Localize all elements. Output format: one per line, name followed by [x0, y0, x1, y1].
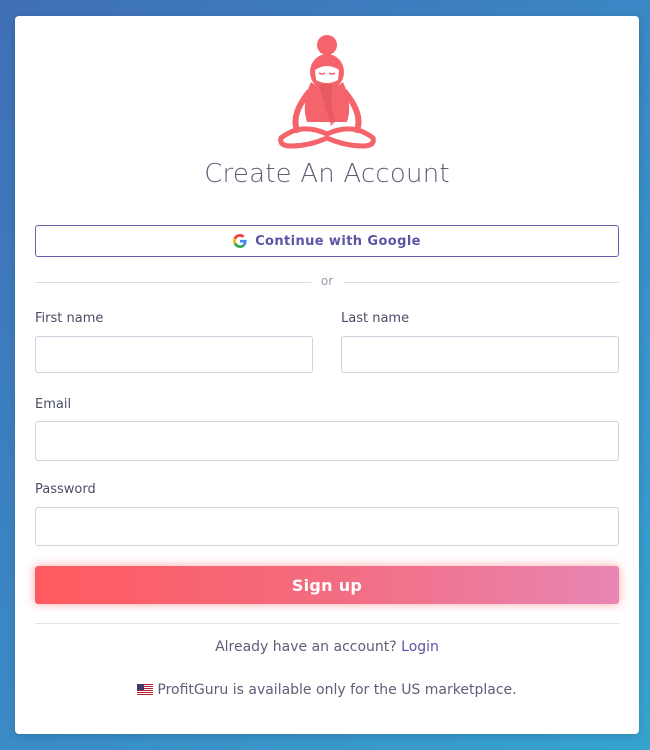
us-flag-icon [137, 684, 154, 695]
page-title: Create An Account [204, 159, 450, 189]
first-name-input[interactable] [35, 336, 313, 373]
divider-line-right [343, 282, 619, 283]
first-name-label: First name [35, 311, 104, 326]
last-name-input[interactable] [341, 336, 619, 373]
google-button-label: Continue with Google [255, 233, 421, 249]
meditating-guru-logo-icon [278, 35, 376, 149]
email-input[interactable] [35, 421, 619, 461]
continue-with-google-button[interactable]: Continue with Google [35, 225, 619, 257]
login-prompt-text: Already have an account? [215, 639, 397, 655]
or-divider: or [35, 274, 619, 290]
last-name-label: Last name [341, 311, 410, 326]
google-g-icon [233, 234, 247, 248]
password-label: Password [35, 482, 96, 497]
divider-text: or [320, 274, 334, 288]
section-divider [35, 623, 619, 624]
password-input[interactable] [35, 507, 619, 546]
email-label: Email [35, 397, 72, 412]
signup-card: Create An Account Continue with Google o… [15, 16, 639, 734]
login-prompt-row: Already have an account? Login [15, 639, 639, 655]
notice-text: ProfitGuru is available only for the US … [157, 682, 517, 698]
login-link[interactable]: Login [401, 639, 439, 655]
sign-up-button[interactable]: Sign up [35, 566, 619, 604]
marketplace-notice: ProfitGuru is available only for the US … [15, 682, 639, 698]
